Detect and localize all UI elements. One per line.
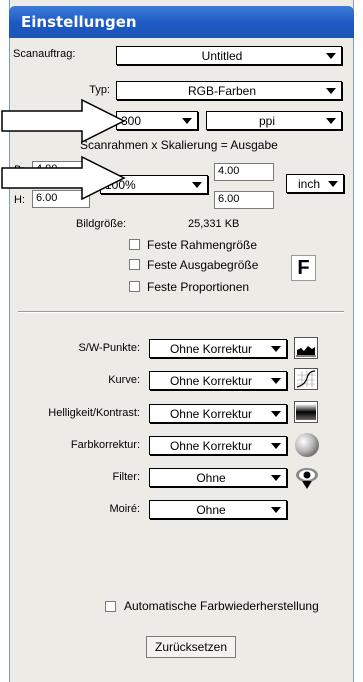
arrow-icon <box>1 155 126 201</box>
callout-arrows <box>1 98 126 201</box>
arrow-icon <box>1 98 126 144</box>
